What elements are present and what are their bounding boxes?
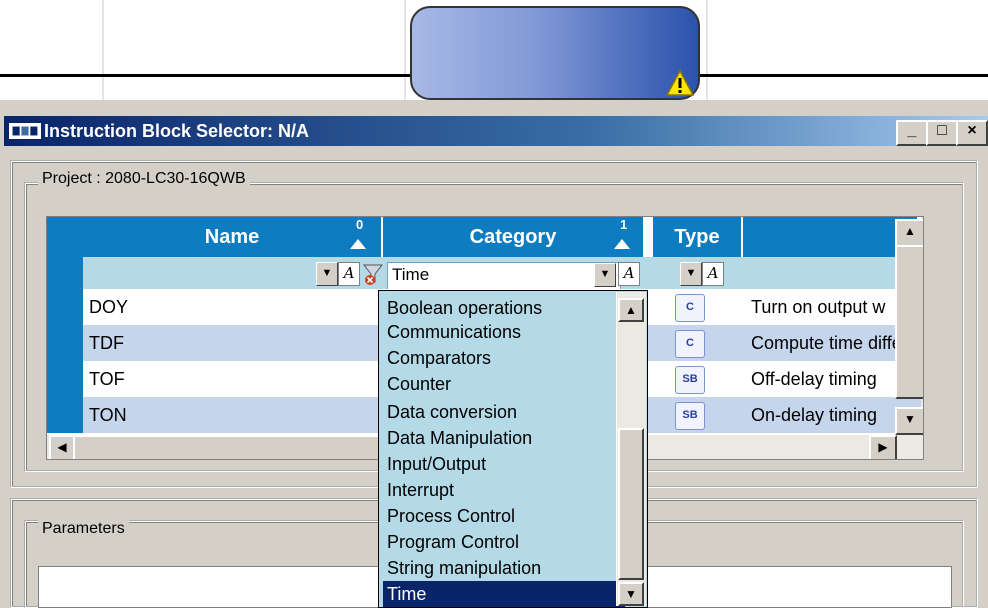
- dropdown-scroll-thumb[interactable]: [618, 428, 644, 580]
- type-sb-icon: SB: [675, 366, 705, 394]
- filter-row-selector: [47, 257, 83, 291]
- column-header-description[interactable]: [743, 217, 917, 257]
- category-option[interactable]: Comparators: [387, 345, 615, 371]
- row-name: TDF: [89, 333, 124, 353]
- close-button[interactable]: ×: [956, 120, 988, 146]
- column-header-category-label: Category: [469, 226, 557, 248]
- column-header-name[interactable]: Name: [83, 217, 383, 257]
- category-option[interactable]: Interrupt: [387, 477, 615, 503]
- rung-line-left: [0, 74, 412, 77]
- category-option-selected[interactable]: Time: [383, 581, 625, 607]
- row-name: DOY: [89, 297, 129, 317]
- grid-line: [404, 0, 406, 100]
- category-option[interactable]: Boolean operations: [387, 295, 615, 321]
- row-selector[interactable]: [47, 397, 83, 435]
- dropdown-scroll-up-button[interactable]: ▲: [618, 298, 644, 322]
- column-header-type-label: Type: [674, 226, 720, 248]
- name-filter-format-icon[interactable]: A: [338, 262, 360, 286]
- type-sb-icon: SB: [675, 402, 705, 430]
- category-option[interactable]: Data Manipulation: [387, 425, 615, 451]
- category-filter-format-icon[interactable]: A: [618, 262, 640, 286]
- category-option[interactable]: Input/Output: [387, 451, 615, 477]
- row-name: TON: [89, 405, 127, 425]
- warning-icon: [666, 70, 694, 96]
- app-icon: [8, 122, 42, 140]
- category-option[interactable]: Program Control: [387, 529, 615, 555]
- clear-filter-icon[interactable]: [362, 262, 384, 286]
- category-filter-value: Time: [392, 265, 430, 284]
- row-name: TOF: [89, 369, 125, 389]
- grid-line: [102, 0, 104, 100]
- category-option[interactable]: Process Control: [387, 503, 615, 529]
- sort-index-name: 0: [356, 217, 364, 232]
- maximize-button[interactable]: □: [926, 120, 958, 146]
- project-label: Project : 2080-LC30-16QWB: [38, 170, 250, 188]
- type-filter-format-icon[interactable]: A: [702, 262, 724, 286]
- grid-line: [706, 0, 708, 100]
- column-header-type[interactable]: Type: [653, 217, 743, 257]
- header-row-selector: [47, 217, 83, 259]
- dropdown-scroll-down-button[interactable]: ▼: [618, 582, 644, 606]
- window-title: Instruction Block Selector: N/A: [44, 121, 310, 141]
- row-selector[interactable]: [47, 361, 83, 399]
- instruction-block-placeholder[interactable]: [410, 6, 700, 100]
- category-dropdown-list: Boolean operations Communications Compar…: [378, 290, 648, 608]
- category-filter-dropdown-button[interactable]: ▼: [594, 263, 616, 287]
- scroll-down-button[interactable]: ▼: [895, 407, 923, 435]
- vertical-scroll-thumb[interactable]: [895, 245, 923, 399]
- sort-ascending-icon: [614, 239, 630, 249]
- column-header-name-label: Name: [204, 226, 260, 248]
- scroll-up-button[interactable]: ▲: [895, 219, 923, 247]
- rung-line-right: [698, 74, 988, 77]
- name-filter-dropdown-button[interactable]: ▼: [316, 262, 338, 286]
- category-option[interactable]: Data conversion: [387, 399, 615, 425]
- type-filter-dropdown-button[interactable]: ▼: [680, 262, 702, 286]
- category-option[interactable]: String manipulation: [387, 555, 615, 581]
- category-option[interactable]: Counter: [387, 371, 615, 397]
- type-c-icon: C: [675, 294, 705, 322]
- scroll-right-button[interactable]: ▶: [869, 435, 897, 459]
- column-header-category[interactable]: Category: [383, 217, 645, 257]
- minimize-button[interactable]: _: [896, 120, 928, 146]
- row-selector[interactable]: [47, 289, 83, 327]
- scroll-left-button[interactable]: ◀: [49, 435, 75, 459]
- sort-index-category: 1: [620, 217, 628, 232]
- category-filter-combobox[interactable]: Time: [387, 262, 621, 290]
- row-selector[interactable]: [47, 325, 83, 363]
- category-option[interactable]: Communications: [387, 319, 615, 345]
- parameters-label: Parameters: [38, 520, 129, 538]
- type-c-icon: C: [675, 330, 705, 358]
- sort-ascending-icon: [350, 239, 366, 249]
